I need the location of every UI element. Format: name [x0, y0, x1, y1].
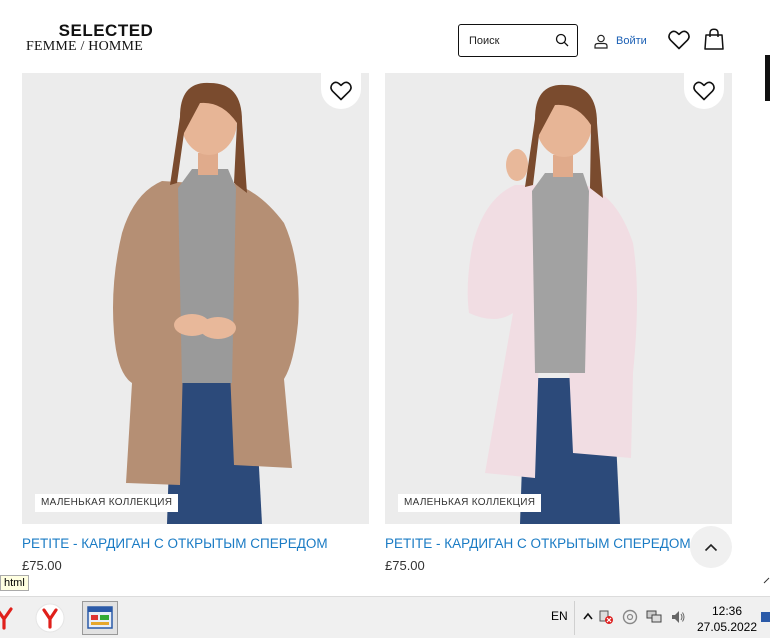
model-photo [22, 73, 369, 524]
product-price: £75.00 [385, 558, 425, 573]
product-title[interactable]: PETITE - КАРДИГАН С ОТКРЫТЫМ СПЕРЕДОМ [22, 536, 369, 552]
taskbar-yandex-browser-partial[interactable] [0, 601, 22, 635]
taskbar-control-panel[interactable] [82, 601, 118, 635]
network-error-icon[interactable] [598, 609, 614, 625]
heart-icon [693, 81, 715, 101]
collection-badge: МАЛЕНЬКАЯ КОЛЛЕКЦИЯ [35, 494, 179, 512]
wishlist-heart-icon[interactable] [668, 30, 690, 50]
control-panel-icon [87, 606, 113, 629]
clock-time: 12:36 [711, 604, 743, 618]
scroll-to-top-button[interactable] [690, 526, 732, 568]
login-label: Войти [616, 35, 647, 47]
notifications-icon[interactable] [760, 609, 770, 625]
disc-icon[interactable] [622, 609, 638, 625]
brand-logo[interactable]: SELECTED FEMME / HOMME [26, 22, 156, 54]
edge-mark-icon [763, 577, 770, 584]
system-clock[interactable]: 12:36 27.05.2022 [696, 603, 758, 635]
search-input[interactable] [469, 33, 549, 49]
shopping-bag-icon[interactable] [704, 28, 724, 50]
search-box[interactable] [458, 24, 578, 57]
heart-icon [330, 81, 352, 101]
tray-separator [574, 601, 575, 635]
logo-top-text: SELECTED [58, 21, 154, 40]
windows-taskbar: EN 12:36 27.05.2022 [0, 596, 770, 638]
product-image[interactable]: МАЛЕНЬКАЯ КОЛЛЕКЦИЯ [22, 73, 369, 524]
side-edge-bar [765, 55, 770, 101]
link-tooltip: html [0, 575, 29, 591]
product-price: £75.00 [22, 558, 62, 573]
clock-date: 27.05.2022 [696, 620, 758, 634]
logo-bottom-text: FEMME / HOMME [26, 39, 143, 54]
product-image[interactable]: МАЛЕНЬКАЯ КОЛЛЕКЦИЯ [385, 73, 732, 524]
yandex-icon [0, 607, 13, 630]
taskbar-yandex-browser[interactable] [32, 601, 68, 635]
site-header: SELECTED FEMME / HOMME Войти [0, 0, 770, 72]
product-card[interactable]: МАЛЕНЬКАЯ КОЛЛЕКЦИЯ PETITE - КАРДИГАН С … [385, 73, 732, 574]
yandex-browser-icon [35, 603, 65, 633]
language-indicator[interactable]: EN [551, 609, 568, 623]
chevron-up-tray-icon[interactable] [580, 609, 596, 625]
user-icon [594, 34, 608, 49]
collection-badge: МАЛЕНЬКАЯ КОЛЛЕКЦИЯ [398, 494, 542, 512]
volume-icon[interactable] [670, 609, 686, 625]
product-card[interactable]: МАЛЕНЬКАЯ КОЛЛЕКЦИЯ PETITE - КАРДИГАН С … [22, 73, 369, 574]
chevron-up-icon [704, 543, 718, 551]
network-icon[interactable] [646, 609, 662, 625]
model-photo [385, 73, 732, 524]
product-title[interactable]: PETITE - КАРДИГАН С ОТКРЫТЫМ СПЕРЕДОМ [385, 536, 732, 552]
login-link[interactable]: Войти [594, 32, 647, 50]
search-icon[interactable] [555, 33, 569, 47]
